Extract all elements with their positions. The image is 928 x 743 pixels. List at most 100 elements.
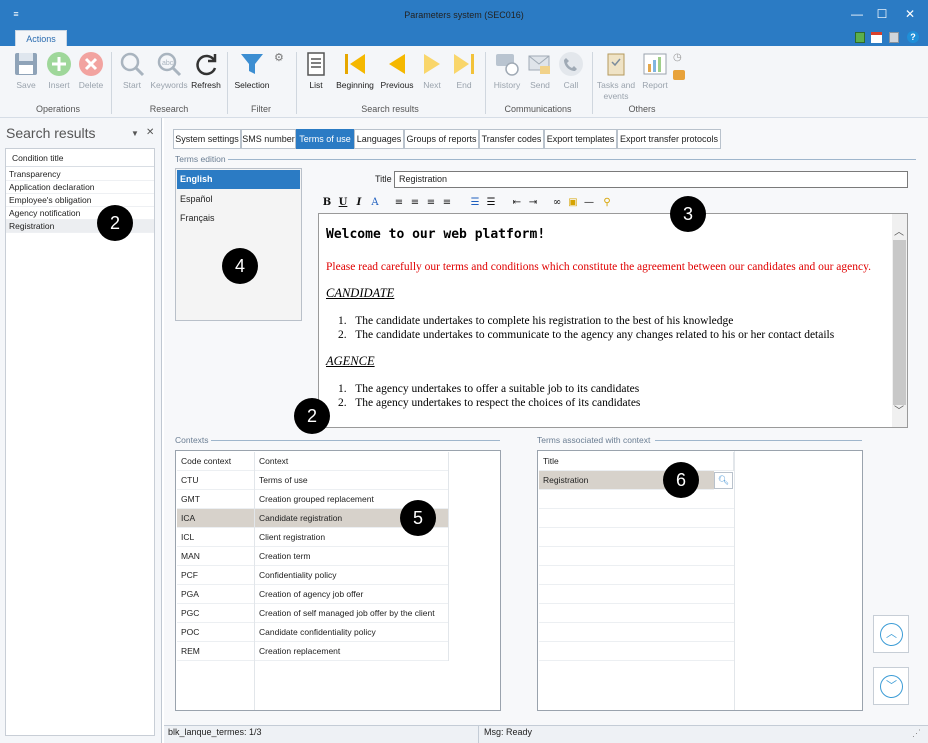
image-icon[interactable]: ▣	[566, 196, 580, 210]
condition-title-header[interactable]: Condition title	[6, 149, 154, 167]
next-label: Next	[423, 80, 441, 90]
align-left-icon[interactable]: ≡	[392, 196, 406, 210]
pane-menu-chevron-icon[interactable]: ▼	[131, 129, 139, 138]
start-button[interactable]: Start	[118, 50, 146, 91]
keywords-button[interactable]: abc Keywords	[150, 50, 188, 91]
legend-line	[228, 159, 916, 160]
report-button[interactable]: Report	[639, 50, 671, 91]
list-item: 2. The agency undertakes to respect the …	[338, 397, 641, 409]
next-button[interactable]: Next	[418, 50, 446, 91]
list-item: 1. The candidate undertakes to complete …	[338, 315, 734, 327]
scrollbar-thumb[interactable]	[893, 240, 906, 405]
terms-edition-legend: Terms edition	[175, 154, 226, 164]
filter-settings-gear-icon[interactable]: ⚙	[274, 52, 286, 64]
previous-button[interactable]: Previous	[379, 50, 415, 91]
italic-icon[interactable]: I	[352, 196, 366, 210]
lookup-search-icon[interactable]: 🔍︎	[714, 472, 733, 489]
list-label: List	[309, 80, 323, 90]
link-icon[interactable]: ∞	[550, 196, 564, 210]
move-down-button[interactable]: ﹀	[873, 667, 909, 705]
pane-close-icon[interactable]: ✕	[146, 127, 154, 138]
first-record-icon	[345, 54, 365, 74]
ribbon-tab-actions[interactable]: Actions	[15, 30, 67, 46]
bold-icon[interactable]: B	[320, 196, 334, 210]
table-row[interactable]: PGA Creation of agency job offer	[177, 585, 449, 604]
phone-icon	[559, 52, 583, 76]
tab-transfer-codes[interactable]: Transfer codes	[479, 129, 544, 149]
save-label: Save	[16, 80, 36, 90]
tab-export-templates[interactable]: Export templates	[544, 129, 617, 149]
tab-groups-of-reports[interactable]: Groups of reports	[404, 129, 479, 149]
table-row[interactable]: REM Creation replacement	[177, 642, 449, 661]
section-candidate: CANDIDATE	[326, 286, 395, 300]
terms-associated-grid: Title Registration 🔍︎	[537, 450, 863, 711]
previous-label: Previous	[380, 80, 414, 90]
clock-icon[interactable]: ◷	[673, 52, 685, 64]
chevron-down-icon: ﹀	[880, 675, 903, 698]
underline-icon[interactable]: U	[336, 196, 350, 210]
table-row[interactable]: MAN Creation term	[177, 547, 449, 566]
align-center-icon[interactable]: ≡	[408, 196, 422, 210]
table-row[interactable]: POC Candidate confidentiality policy	[177, 623, 449, 642]
list-item[interactable]: Transparency	[6, 168, 154, 181]
title-column-header[interactable]: Title	[539, 452, 734, 471]
insert-field-icon[interactable]: ⚲	[600, 196, 614, 210]
end-button[interactable]: End	[450, 50, 478, 91]
text-color-icon[interactable]: A	[368, 196, 382, 210]
code-context-header[interactable]: Code context	[177, 452, 255, 471]
lock-icon[interactable]	[889, 32, 899, 43]
tab-export-transfer-protocols[interactable]: Export transfer protocols	[617, 129, 721, 149]
table-row[interactable]: PCF Confidentiality policy	[177, 566, 449, 585]
title-input[interactable]: Registration	[394, 171, 908, 188]
calculator-icon[interactable]	[855, 32, 865, 43]
bullet-list-icon[interactable]: ☰	[484, 196, 498, 210]
resize-grip-icon[interactable]: ⋰	[912, 728, 921, 739]
justify-icon[interactable]: ≡	[440, 196, 454, 210]
inbox-download-icon[interactable]	[673, 70, 685, 80]
tab-terms-of-use[interactable]: Terms of use	[296, 129, 354, 149]
selection-button[interactable]: Selection	[232, 50, 272, 91]
tab-sms-number[interactable]: SMS number	[241, 129, 296, 149]
table-row[interactable]: PGC Creation of self managed job offer by…	[177, 604, 449, 623]
ribbon-separator	[592, 52, 593, 114]
numbered-list-icon[interactable]: ☰	[468, 196, 482, 210]
refresh-button[interactable]: Refresh	[190, 50, 222, 91]
send-button[interactable]: Send	[526, 50, 554, 91]
language-espanol[interactable]: Español	[177, 190, 300, 209]
call-button[interactable]: Call	[557, 50, 585, 91]
delete-button[interactable]: Delete	[77, 50, 105, 91]
list-item[interactable]: Application declaration	[6, 181, 154, 194]
empty-row	[539, 547, 734, 566]
tab-system-settings[interactable]: System settings	[173, 129, 241, 149]
language-francais[interactable]: Français	[177, 209, 300, 228]
outdent-icon[interactable]: ⇤	[510, 196, 524, 210]
close-icon[interactable]: ✕	[900, 5, 920, 23]
scroll-up-icon[interactable]: ︿	[894, 223, 904, 238]
move-up-button[interactable]: ︿	[873, 615, 909, 653]
calendar-icon[interactable]	[871, 32, 882, 43]
magnifier-icon	[120, 52, 145, 77]
save-button[interactable]: Save	[12, 50, 40, 91]
table-row[interactable]: CTU Terms of use	[177, 471, 449, 490]
tasks-and-events-button[interactable]: Tasks and events	[596, 50, 636, 102]
tab-languages[interactable]: Languages	[354, 129, 404, 149]
status-divider	[478, 725, 479, 743]
language-list: English Español Français	[175, 168, 302, 321]
agence-list: 1. The agency undertakes to offer a suit…	[326, 382, 888, 410]
help-icon[interactable]: ?	[907, 31, 919, 43]
align-right-icon[interactable]: ≡	[424, 196, 438, 210]
editor-scrollbar[interactable]: ︿ ﹀	[892, 214, 907, 427]
maximize-icon[interactable]: ☐	[872, 5, 892, 23]
insert-button[interactable]: Insert	[45, 50, 73, 91]
tasks-label-line1: Tasks and	[596, 80, 636, 90]
context-header[interactable]: Context	[255, 452, 449, 471]
beginning-button[interactable]: Beginning	[334, 50, 376, 91]
list-item[interactable]: Employee's obligation	[6, 194, 154, 207]
minimize-icon[interactable]: —	[847, 5, 867, 23]
scroll-down-icon[interactable]: ﹀	[894, 402, 904, 417]
horizontal-rule-icon[interactable]: —	[582, 196, 596, 210]
language-english[interactable]: English	[177, 170, 300, 189]
indent-icon[interactable]: ⇥	[526, 196, 540, 210]
list-button[interactable]: List	[302, 50, 330, 91]
history-button[interactable]: History	[490, 50, 524, 91]
